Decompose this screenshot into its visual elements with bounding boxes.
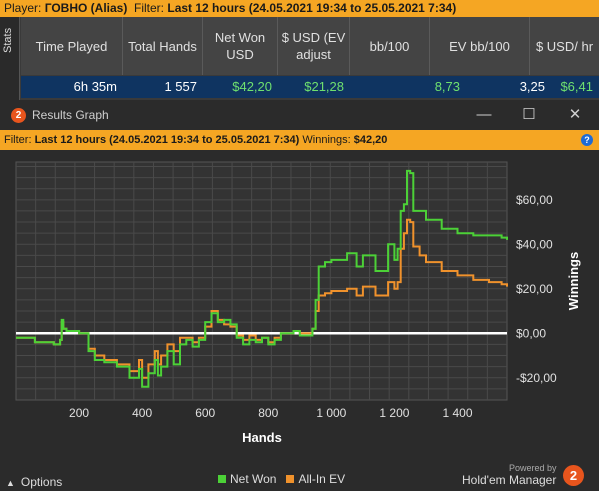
x-axis-label: Hands: [242, 430, 282, 445]
help-icon[interactable]: ?: [581, 134, 593, 146]
brand-name: Hold'em Manager: [462, 473, 557, 487]
filter-prefix: Filter:: [134, 1, 168, 15]
stats-header: Time Played Total Hands Net Won USD $ US…: [21, 17, 599, 75]
minimize-icon[interactable]: —: [474, 105, 494, 125]
cell-net-won: $42,20: [232, 79, 272, 94]
cell-bb100: 8,73: [434, 79, 460, 94]
column-header-time-played[interactable]: Time Played: [21, 17, 123, 75]
stats-panel: Stats Time Played Total Hands Net Won US…: [0, 17, 599, 100]
cell-ev-adjusted: $21,28: [304, 79, 344, 94]
player-name[interactable]: ГОВНО (Alias): [45, 1, 128, 15]
options-label: Options: [20, 475, 63, 489]
brand-logo-icon: 2: [563, 465, 584, 486]
y-tick-label: -$20,00: [516, 371, 557, 385]
filter-text[interactable]: Last 12 hours (24.05.2021 19:34 to 25.05…: [167, 1, 456, 15]
legend-swatch-all-in-ev: [286, 475, 295, 483]
graph-filter-prefix: Filter:: [4, 134, 35, 146]
x-tick-label: 1 400: [442, 406, 472, 420]
maximize-icon[interactable]: ☐: [519, 105, 539, 125]
x-tick-label: 800: [258, 406, 278, 420]
chart-legend: Net Won All-In EV: [218, 472, 345, 486]
cell-usd-hr: $6,41: [560, 79, 593, 94]
results-chart[interactable]: -$20,00 $0,00 $20,00 $40,00 $60,00 200 400 600…: [0, 150, 599, 463]
legend-label-net-won[interactable]: Net Won: [230, 472, 276, 486]
x-tick-label: 600: [195, 406, 215, 420]
x-tick-label: 1 200: [379, 406, 409, 420]
y-tick-label: $40,00: [516, 237, 553, 251]
app-logo-icon: 2: [11, 108, 26, 123]
legend-swatch-net-won: [218, 475, 226, 483]
y-tick-label: $60,00: [516, 193, 553, 207]
x-tick-label: 1 000: [316, 406, 346, 420]
options-button[interactable]: ▲ Options: [6, 475, 62, 489]
y-axis-label: Winnings: [566, 252, 581, 310]
cell-ev-bb100: 3,25: [519, 79, 545, 94]
window-titlebar[interactable]: 2 Results Graph — ☐ ✕: [0, 100, 599, 130]
plot-area: [15, 161, 508, 401]
player-prefix: Player:: [4, 1, 45, 15]
graph-filter-bar: Filter: Last 12 hours (24.05.2021 19:34 …: [0, 130, 599, 150]
x-tick-label: 200: [69, 406, 89, 420]
y-tick-label: $20,00: [516, 282, 553, 296]
winnings-value: $42,20: [353, 134, 388, 146]
column-header-total-hands[interactable]: Total Hands: [123, 17, 203, 75]
stats-tab[interactable]: Stats: [0, 17, 20, 100]
cell-time-played: 6h 35m: [73, 79, 117, 94]
column-header-ev-adjusted[interactable]: $ USD (EV adjust: [278, 17, 350, 75]
x-tick-label: 400: [132, 406, 152, 420]
legend-label-all-in-ev[interactable]: All-In EV: [298, 472, 345, 486]
player-filter-bar: Player: ГОВНО (Alias) Filter: Last 12 ho…: [0, 0, 599, 17]
column-header-ev-bb100[interactable]: EV bb/100: [430, 17, 530, 75]
powered-by-label: Powered by: [509, 463, 557, 473]
graph-footer: ▲ Options Net Won All-In EV Powered by Ho…: [0, 463, 599, 491]
stats-tab-label: Stats: [2, 27, 14, 53]
y-tick-label: $0,00: [516, 326, 546, 340]
column-header-bb100[interactable]: bb/100: [350, 17, 430, 75]
winnings-prefix: Winnings:: [299, 134, 354, 146]
window-title: Results Graph: [32, 108, 109, 122]
close-icon[interactable]: ✕: [565, 105, 585, 125]
cell-total-hands: 1 557: [164, 79, 197, 94]
column-header-usd-hr[interactable]: $ USD/ hr: [530, 17, 599, 75]
column-header-net-won[interactable]: Net Won USD: [203, 17, 278, 75]
graph-filter-text[interactable]: Last 12 hours (24.05.2021 19:34 to 25.05…: [35, 134, 300, 146]
table-row[interactable]: 6h 35m 1 557 $42,20 $21,28 8,73 3,25 $6,…: [21, 76, 599, 98]
options-arrow-icon: ▲: [6, 478, 15, 488]
